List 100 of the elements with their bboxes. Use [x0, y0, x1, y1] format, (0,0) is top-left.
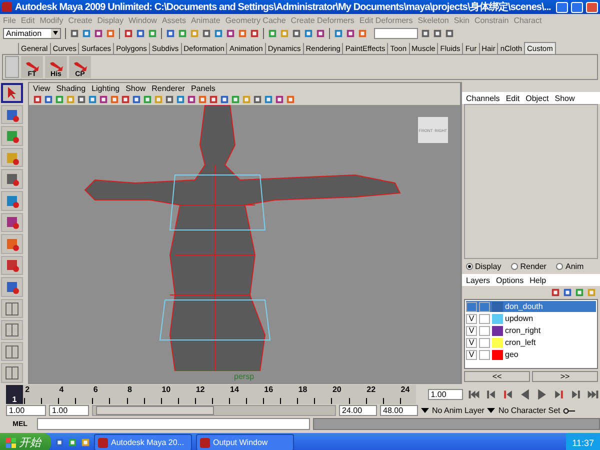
menu-item[interactable]: Layers: [466, 276, 490, 284]
caret-icon[interactable]: [487, 408, 496, 413]
command-field[interactable]: [37, 418, 310, 430]
menu-item[interactable]: Panels: [190, 84, 216, 92]
visibility-toggle[interactable]: V: [466, 338, 477, 348]
template-toggle[interactable]: [479, 338, 490, 348]
layout-button[interactable]: [1, 363, 23, 384]
visibility-toggle[interactable]: V: [466, 314, 477, 324]
camera-label: persp: [234, 372, 254, 381]
layer-row[interactable]: V cron_right: [466, 325, 596, 336]
start-button[interactable]: 开始: [0, 433, 51, 450]
window-title: Autodesk Maya 2009 Unlimited: C:\Documents and Settings\Administrator\My Documents\maya\projects\身体绑定\scenes\...: [15, 0, 552, 14]
layout-button[interactable]: [1, 320, 23, 340]
menu-item[interactable]: Show: [554, 94, 575, 102]
menu-item[interactable]: View: [33, 84, 50, 92]
step-forward-key-icon[interactable]: [572, 390, 580, 398]
time-slider[interactable]: 2 4 6 8 10 12 14 16 18 20 22 24 1: [6, 384, 416, 404]
tool-button[interactable]: [1, 148, 23, 168]
tool-button[interactable]: [1, 104, 23, 124]
maximize-button[interactable]: [571, 2, 583, 12]
step-forward-frame-icon[interactable]: [555, 390, 563, 398]
layer-name: cron_left: [505, 338, 536, 347]
caret-icon[interactable]: [421, 408, 429, 413]
pointer-icon: [7, 86, 17, 99]
scroll-button[interactable]: >>: [532, 371, 598, 382]
playback-start-field[interactable]: 1.00: [49, 405, 89, 416]
go-to-start-icon[interactable]: [468, 390, 480, 398]
tool-icon: [5, 129, 19, 144]
layer-row[interactable]: V geo: [466, 349, 596, 360]
range-slider[interactable]: [92, 405, 336, 416]
current-time-field[interactable]: 1.00: [428, 388, 463, 400]
mode-dropdown[interactable]: Animation: [3, 28, 61, 38]
layer-row[interactable]: V updown: [466, 313, 596, 324]
play-icon[interactable]: [538, 388, 546, 400]
arrow-icon: [73, 62, 87, 71]
arrow-icon: [49, 62, 63, 71]
step-back-frame-icon[interactable]: [504, 390, 512, 398]
layout-button[interactable]: [1, 342, 23, 362]
menu-item[interactable]: Shading: [56, 84, 86, 92]
layout-icon: [5, 323, 19, 338]
select-tool-button[interactable]: [1, 83, 23, 103]
key-icon[interactable]: [563, 408, 576, 414]
frame-label: 18: [297, 384, 308, 394]
tool-button[interactable]: [1, 256, 23, 276]
tool-button[interactable]: [1, 234, 23, 254]
template-toggle[interactable]: [479, 350, 490, 360]
menu-item[interactable]: Lighting: [92, 84, 120, 92]
playback-end-field[interactable]: 24.00: [339, 405, 377, 416]
layer-row[interactable]: V cron_left: [466, 337, 596, 348]
layout-button[interactable]: [1, 298, 23, 318]
tool-button[interactable]: [1, 190, 23, 211]
menu-item[interactable]: Help: [530, 276, 546, 284]
frame-label: 2: [24, 384, 31, 394]
tool-button[interactable]: [1, 277, 23, 297]
radio-button[interactable]: Render: [511, 262, 546, 271]
layer-name: updown: [505, 314, 534, 323]
character-set-dropdown[interactable]: No Character Set: [498, 406, 560, 415]
menu-item[interactable]: Options: [496, 276, 524, 284]
visibility-toggle[interactable]: [466, 302, 477, 312]
input-field[interactable]: [374, 28, 418, 38]
menu-item[interactable]: Show: [126, 84, 146, 92]
layer-name: geo: [505, 350, 518, 359]
start-time-field[interactable]: 1.00: [6, 405, 46, 416]
tool-button[interactable]: [1, 126, 23, 146]
scroll-button[interactable]: <<: [464, 371, 530, 382]
radio-button[interactable]: Anim: [556, 262, 584, 271]
step-back-key-icon[interactable]: [487, 390, 495, 398]
tool-icon: [5, 258, 19, 272]
layer-row[interactable]: don_douth: [466, 301, 596, 312]
radio-button[interactable]: Display: [466, 262, 502, 271]
template-toggle[interactable]: [479, 314, 490, 324]
tool-button[interactable]: [1, 169, 23, 189]
layout-icon: [5, 302, 19, 316]
template-toggle[interactable]: [479, 302, 490, 312]
frame-label: 20: [331, 384, 342, 394]
visibility-toggle[interactable]: V: [466, 350, 477, 360]
template-toggle[interactable]: [479, 326, 490, 336]
minimize-button[interactable]: [556, 2, 568, 12]
menu-item[interactable]: Edit: [506, 94, 520, 102]
menu-item[interactable]: Object: [526, 94, 549, 102]
end-time-field[interactable]: 48.00: [380, 405, 418, 416]
current-frame-marker[interactable]: 1: [6, 384, 23, 404]
taskbar-button[interactable]: Autodesk Maya 20...: [94, 434, 192, 450]
taskbar-button[interactable]: Output Window: [196, 434, 294, 450]
flag-icon: [6, 438, 16, 448]
anim-layer-dropdown[interactable]: No Anim Layer: [432, 406, 484, 415]
menu-item[interactable]: Renderer: [152, 84, 185, 92]
close-button[interactable]: [586, 2, 598, 12]
frame-label: 14: [229, 384, 240, 394]
play-backward-icon[interactable]: [521, 388, 529, 400]
tool-button[interactable]: [1, 212, 23, 232]
frame-label: 10: [160, 384, 172, 394]
go-to-end-icon[interactable]: [588, 390, 598, 398]
visibility-toggle[interactable]: V: [466, 326, 477, 336]
menu-item[interactable]: Channels: [466, 94, 500, 102]
range-handle[interactable]: [96, 406, 214, 415]
layer-name: don_douth: [505, 302, 543, 311]
layout-icon: [5, 344, 19, 359]
frame-label: 12: [194, 384, 206, 394]
tool-icon: [5, 150, 19, 165]
